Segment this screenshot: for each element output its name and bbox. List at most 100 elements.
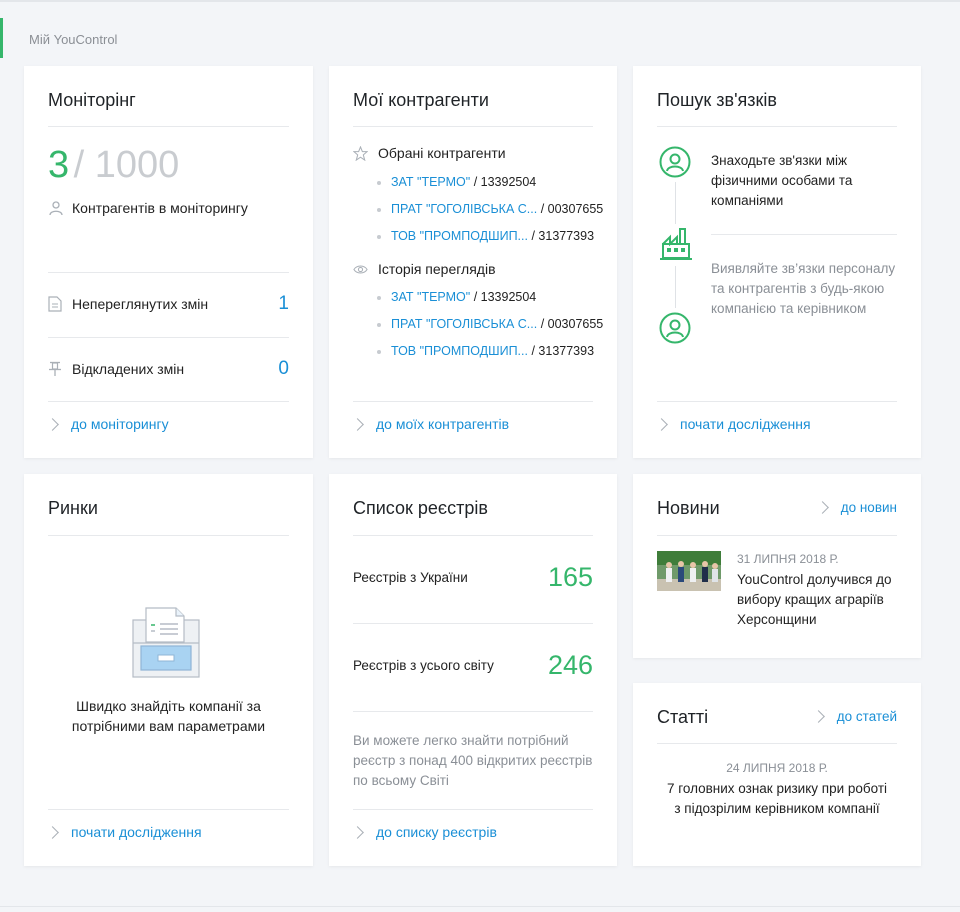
- world-registries-row: Реєстрів з усього світу 246: [353, 650, 593, 681]
- divider: [353, 711, 593, 712]
- divider: [48, 809, 289, 810]
- user-icon: [49, 201, 63, 216]
- connector-line: [675, 266, 676, 308]
- favorite-company-link[interactable]: ЗАТ "ТЕРМО": [391, 175, 470, 189]
- person-icon: [659, 312, 691, 344]
- registries-card: Список реєстрів Реєстрів з України 165 Р…: [329, 474, 617, 866]
- chevron-right-icon: [815, 501, 829, 514]
- factory-icon: [660, 228, 692, 260]
- favorites-label: Обрані контрагенти: [378, 145, 506, 161]
- divider: [657, 535, 897, 536]
- history-company-code: / 13392504: [473, 290, 537, 304]
- favorite-company-code: / 13392504: [473, 175, 537, 189]
- divider: [657, 743, 897, 744]
- to-articles-link[interactable]: до статей: [811, 709, 897, 724]
- article-date: 24 ЛИПНЯ 2018 Р.: [726, 761, 828, 775]
- history-item: ПРАТ "ГОГОЛІВСЬКА С... / 00307655: [377, 317, 603, 331]
- chevron-right-icon: [655, 417, 668, 431]
- markets-start-label: почати дослідження: [71, 824, 202, 840]
- markets-title: Ринки: [48, 498, 98, 518]
- favorite-item: ПРАТ "ГОГОЛІВСЬКА С... / 00307655: [377, 202, 603, 216]
- top-divider: [0, 0, 960, 2]
- divider: [48, 337, 289, 338]
- divider: [353, 809, 593, 810]
- to-counterparties-link[interactable]: до моїх контрагентів: [351, 416, 510, 432]
- unviewed-changes-label: Непереглянутих змін: [72, 296, 209, 312]
- deferred-changes-count[interactable]: 0: [278, 358, 289, 380]
- chevron-right-icon: [351, 825, 364, 839]
- file-cabinet-icon: [132, 607, 200, 678]
- favorites-header: Обрані контрагенти: [353, 145, 506, 161]
- to-news-link[interactable]: до новин: [815, 500, 897, 515]
- unviewed-changes-count[interactable]: 1: [278, 293, 289, 315]
- article-headline[interactable]: 7 головних ознак ризику при роботі з під…: [663, 779, 891, 819]
- to-registries-link[interactable]: до списку реєстрів: [351, 824, 497, 840]
- favorite-item: ТОВ "ПРОМПОДШИП... / 31377393: [377, 229, 594, 243]
- history-label: Історія переглядів: [378, 261, 496, 277]
- history-company-link[interactable]: ЗАТ "ТЕРМО": [391, 290, 470, 304]
- divider: [657, 126, 897, 127]
- divider: [657, 401, 897, 402]
- monitoring-limit: / 1000: [73, 144, 180, 186]
- chevron-right-icon: [811, 710, 825, 723]
- links-search-start-label: почати дослідження: [680, 416, 811, 432]
- to-registries-label: до списку реєстрів: [376, 824, 497, 840]
- star-icon: [353, 145, 368, 161]
- favorite-company-link[interactable]: ТОВ "ПРОМПОДШИП...: [391, 229, 528, 243]
- news-headline[interactable]: YouControl долучився до вибору кращих аг…: [737, 570, 897, 630]
- ukraine-registries-row: Реєстрів з України 165: [353, 562, 593, 593]
- breadcrumb: Мій YouControl: [29, 32, 118, 47]
- links-search-text-1: Знаходьте зв'язки між фізичними особами …: [711, 153, 853, 208]
- history-item: ТОВ "ПРОМПОДШИП... / 31377393: [377, 344, 594, 358]
- to-monitoring-link[interactable]: до моніторингу: [46, 416, 169, 432]
- to-counterparties-label: до моїх контрагентів: [376, 416, 510, 432]
- favorite-company-code: / 00307655: [540, 202, 604, 216]
- divider: [48, 272, 289, 273]
- divider: [353, 401, 593, 402]
- markets-start-link[interactable]: почати дослідження: [46, 824, 202, 840]
- ukraine-registries-count: 165: [547, 562, 593, 592]
- links-search-card: Пошук зв'язків Знаходьте зв'язки між фіз…: [633, 66, 921, 458]
- registries-title: Список реєстрів: [353, 498, 488, 518]
- monitoring-card: Моніторінг 3 / 1000 Контрагентів в моніт…: [24, 66, 313, 458]
- divider: [353, 623, 593, 624]
- eye-icon: [353, 264, 368, 274]
- monitoring-count-label: Контрагентів в моніторингу: [72, 200, 248, 216]
- deferred-changes-row[interactable]: Відкладених змін 0: [48, 357, 289, 381]
- divider: [353, 126, 593, 127]
- news-card: Новини до новин 31 ЛИПНЯ 2018 Р. YouCont…: [633, 474, 921, 658]
- to-articles-label: до статей: [836, 709, 897, 724]
- person-icon: [659, 146, 691, 178]
- to-monitoring-label: до моніторингу: [71, 416, 169, 432]
- history-company-code: / 31377393: [531, 344, 595, 358]
- divider: [353, 535, 593, 536]
- divider: [48, 535, 289, 536]
- chevron-right-icon: [351, 417, 364, 431]
- connector-line: [675, 182, 676, 224]
- news-date: 31 ЛИПНЯ 2018 Р.: [737, 552, 839, 566]
- markets-card: Ринки Швидко знайдіть компанії за потріб…: [24, 474, 313, 866]
- world-registries-label: Реєстрів з усього світу: [353, 658, 494, 673]
- history-item: ЗАТ "ТЕРМО" / 13392504: [377, 290, 536, 304]
- favorite-item: ЗАТ "ТЕРМО" / 13392504: [377, 175, 536, 189]
- world-registries-count: 246: [547, 650, 593, 680]
- favorite-company-link[interactable]: ПРАТ "ГОГОЛІВСЬКА С...: [391, 202, 537, 216]
- history-company-code: / 00307655: [540, 317, 604, 331]
- history-header: Історія переглядів: [353, 261, 496, 277]
- registries-description: Ви можете легко знайти потрібний реєстр …: [353, 733, 593, 788]
- to-news-label: до новин: [840, 500, 897, 515]
- articles-title: Статті: [657, 707, 709, 727]
- monitoring-count-caption: Контрагентів в моніторингу: [48, 200, 248, 216]
- history-company-link[interactable]: ПРАТ "ГОГОЛІВСЬКА С...: [391, 317, 537, 331]
- bottom-divider: [0, 906, 960, 907]
- unviewed-changes-row[interactable]: Непереглянутих змін 1: [48, 292, 289, 316]
- history-company-link[interactable]: ТОВ "ПРОМПОДШИП...: [391, 344, 528, 358]
- pin-icon: [49, 361, 61, 376]
- news-thumbnail[interactable]: [657, 551, 721, 591]
- links-search-start-link[interactable]: почати дослідження: [655, 416, 811, 432]
- articles-card: Статті до статей 24 ЛИПНЯ 2018 Р. 7 голо…: [633, 683, 921, 866]
- counterparties-title: Мої контрагенти: [353, 90, 489, 110]
- divider: [711, 234, 897, 235]
- news-title: Новини: [657, 498, 720, 518]
- active-section-indicator: [0, 18, 3, 58]
